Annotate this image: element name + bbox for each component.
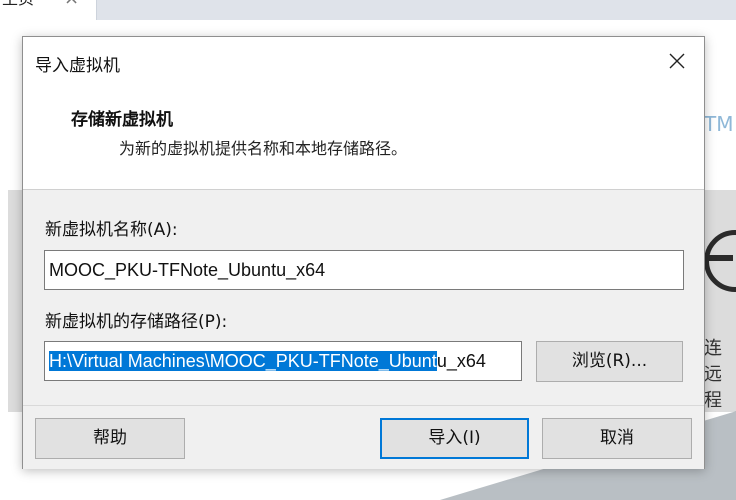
background-tab-close-icon[interactable]: ×: [64, 0, 79, 8]
dialog-description: 为新的虚拟机提供名称和本地存储路径。: [119, 139, 408, 158]
footer-divider: [23, 405, 704, 406]
dialog-heading: 存储新虚拟机: [71, 110, 173, 130]
vm-name-label: 新虚拟机名称(A):: [45, 220, 178, 240]
background-tab-home[interactable]: 主页 ×: [0, 0, 97, 20]
vm-path-label: 新虚拟机的存储路径(P):: [45, 312, 228, 332]
vm-path-selected-text: H:\Virtual Machines\MOOC_PKU-TFNote_Ubun…: [49, 351, 437, 371]
close-icon[interactable]: [663, 49, 691, 73]
import-button[interactable]: 导入(I): [380, 418, 529, 459]
background-side-label: 连远程: [704, 338, 722, 411]
background-logo: TM: [704, 112, 734, 136]
background-tab-bar: [0, 0, 736, 20]
help-button[interactable]: 帮助: [35, 418, 185, 459]
browse-button[interactable]: 浏览(R)...: [536, 341, 683, 382]
vm-name-input[interactable]: MOOC_PKU-TFNote_Ubuntu_x64: [44, 250, 684, 290]
cancel-button[interactable]: 取消: [542, 418, 692, 459]
vm-path-rest-text: u_x64: [436, 351, 486, 371]
background-tab-label: 主页: [2, 0, 34, 7]
import-vm-dialog: 导入虚拟机 存储新虚拟机 为新的虚拟机提供名称和本地存储路径。 新虚拟机名称(A…: [22, 36, 705, 469]
vm-path-input[interactable]: H:\Virtual Machines\MOOC_PKU-TFNote_Ubun…: [44, 341, 522, 381]
dialog-body: 新虚拟机名称(A): MOOC_PKU-TFNote_Ubuntu_x64 新虚…: [23, 189, 704, 469]
dialog-title: 导入虚拟机: [35, 56, 120, 76]
